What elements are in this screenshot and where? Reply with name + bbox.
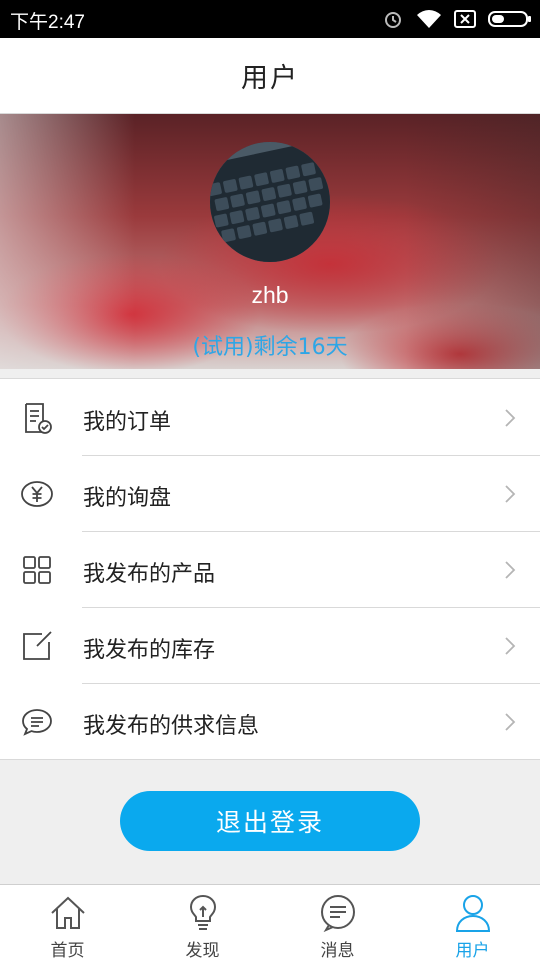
yen-circle-icon	[21, 481, 53, 507]
order-receipt-icon	[25, 403, 52, 434]
bottom-tab-bar: 首页 发现 消息 用户	[0, 884, 540, 960]
chevron-right-icon	[505, 561, 516, 579]
chevron-right-icon	[505, 409, 516, 427]
battery-icon	[488, 11, 531, 27]
username: zhb	[251, 282, 289, 308]
avatar[interactable]	[210, 142, 330, 262]
wifi-icon	[417, 10, 441, 28]
menu-item-products[interactable]: 我发布的产品	[0, 531, 540, 607]
status-time: 下午2:47	[10, 12, 85, 33]
logout-button[interactable]: 退出登录	[120, 791, 420, 851]
message-icon	[320, 895, 355, 933]
menu-item-inventory[interactable]: 我发布的库存	[0, 607, 540, 683]
user-icon	[455, 895, 490, 932]
tab-home[interactable]: 首页	[0, 885, 135, 960]
menu-item-supply-demand[interactable]: 我发布的供求信息	[0, 683, 540, 759]
grid-icon	[23, 556, 51, 584]
chat-bubble-icon	[22, 709, 52, 736]
menu-item-inquiries[interactable]: 我的询盘	[0, 455, 540, 531]
chevron-right-icon	[505, 485, 516, 503]
tab-label: 用户	[455, 941, 490, 960]
tab-user[interactable]: 用户	[405, 885, 540, 960]
menu-item-label: 我发布的供求信息	[83, 714, 260, 739]
chevron-right-icon	[505, 713, 516, 731]
tab-discover[interactable]: 发现	[135, 885, 270, 960]
menu-item-label: 我发布的产品	[83, 562, 216, 587]
tab-messages[interactable]: 消息	[270, 885, 405, 960]
trial-status: (试用)剩余16天	[192, 335, 348, 360]
sim-disabled-icon	[454, 10, 476, 28]
alarm-icon	[385, 12, 401, 28]
status-icons	[382, 8, 532, 30]
edit-box-icon	[23, 631, 52, 660]
menu-list: 我的订单 我的询盘 我发布的产品 我发布的库存 我发布的供求信息	[0, 378, 540, 760]
tab-label: 首页	[50, 941, 85, 960]
lightbulb-icon	[189, 894, 216, 930]
tab-label: 发现	[185, 941, 220, 960]
menu-item-orders[interactable]: 我的订单	[0, 379, 540, 455]
status-bar: 下午2:47	[0, 0, 540, 38]
profile-header: zhb (试用)剩余16天	[0, 114, 540, 369]
menu-item-label: 我的询盘	[83, 486, 172, 511]
page-title: 用户	[241, 63, 299, 94]
chevron-right-icon	[505, 637, 516, 655]
tab-label: 消息	[320, 941, 355, 960]
home-icon	[50, 896, 85, 929]
title-bar: 用户	[0, 38, 540, 114]
menu-item-label: 我的订单	[83, 410, 172, 435]
menu-item-label: 我发布的库存	[83, 638, 216, 663]
